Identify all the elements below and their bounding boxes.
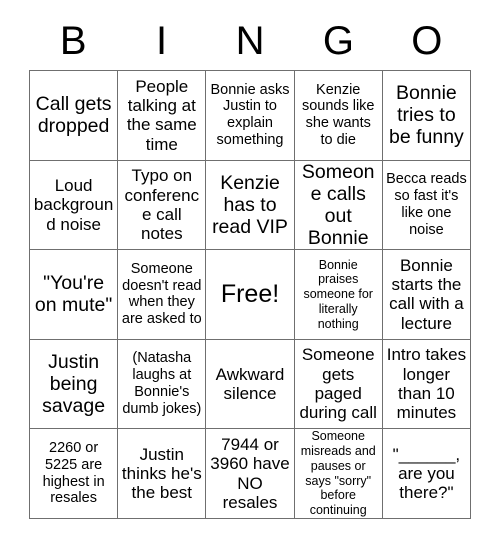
bingo-cell[interactable]: Becca reads so fast it's like one noise	[382, 160, 472, 251]
bingo-cell-label: 7944 or 3960 have NO resales	[210, 434, 290, 513]
bingo-cell-label: People talking at the same time	[126, 76, 197, 154]
bingo-cell-label: Bonnie asks Justin to explain something	[210, 81, 290, 149]
bingo-cell-label: Kenzie sounds like she wants to die	[301, 81, 375, 149]
bingo-cell[interactable]: Someone gets paged during call	[294, 339, 383, 430]
bingo-cell-label: Someone calls out Bonnie	[301, 160, 375, 249]
bingo-cell[interactable]: Bonnie asks Justin to explain something	[206, 71, 295, 161]
bingo-cell-label: Someone misreads and pauses or says "sor…	[300, 429, 376, 518]
bingo-cell[interactable]: "______, are you there?"	[382, 429, 472, 519]
bingo-grid: Call gets dropped People talking at the …	[29, 70, 472, 519]
bingo-cell-label: Typo on conference call notes	[124, 166, 200, 244]
bingo-cell-label: Someone gets paged during call	[299, 345, 377, 423]
bingo-cell[interactable]: Someone calls out Bonnie	[294, 160, 383, 251]
bingo-cell[interactable]: "You're on mute"	[30, 250, 119, 340]
bingo-card: B I N G O Call gets dropped People talki…	[29, 12, 472, 519]
bingo-cell[interactable]: Awkward silence	[206, 339, 295, 430]
bingo-cell[interactable]: Bonnie praises someone for literally not…	[294, 250, 383, 340]
bingo-cell-label: Bonnie praises someone for literally not…	[303, 257, 373, 331]
bingo-row: 2260 or 5225 are highest in resales Just…	[30, 429, 472, 519]
bingo-free-space[interactable]: Free!	[206, 250, 295, 340]
bingo-cell[interactable]: Someone misreads and pauses or says "sor…	[294, 429, 383, 519]
header-letter-g: G	[322, 19, 354, 63]
bingo-cell[interactable]: Loud background noise	[30, 160, 119, 251]
bingo-free-space-label: Free!	[220, 279, 280, 308]
bingo-cell-label: Bonnie starts the call with a lecture	[389, 255, 464, 333]
bingo-cell[interactable]: Typo on conference call notes	[118, 160, 207, 251]
bingo-cell[interactable]: Justin being savage	[30, 339, 119, 430]
bingo-header: B I N G O	[29, 12, 471, 70]
bingo-cell-label: 2260 or 5225 are highest in resales	[42, 440, 105, 507]
bingo-cell-label: "______, are you there?"	[392, 444, 461, 503]
bingo-cell[interactable]: Justin thinks he's the best	[118, 429, 207, 519]
header-letter-n: N	[235, 19, 265, 63]
bingo-row: "You're on mute" Someone doesn't read wh…	[30, 250, 472, 340]
bingo-cell-label: Becca reads so fast it's like one noise	[386, 171, 467, 238]
bingo-cell[interactable]: Kenzie sounds like she wants to die	[294, 71, 383, 161]
header-letter-i: I	[156, 19, 168, 63]
bingo-cell-label: Justin being savage	[42, 351, 106, 418]
bingo-row: Justin being savage (Natasha laughs at B…	[30, 339, 472, 430]
bingo-cell[interactable]: People talking at the same time	[118, 71, 207, 161]
bingo-row: Loud background noise Typo on conference…	[30, 160, 472, 251]
bingo-cell[interactable]: Bonnie starts the call with a lecture	[382, 250, 472, 340]
bingo-cell[interactable]: Intro takes longer than 10 minutes	[382, 339, 472, 430]
bingo-cell-label: Intro takes longer than 10 minutes	[386, 345, 467, 423]
bingo-row: Call gets dropped People talking at the …	[30, 71, 472, 161]
header-letter-o: O	[411, 19, 443, 63]
bingo-cell[interactable]: Kenzie has to read VIP	[206, 160, 295, 251]
bingo-cell[interactable]: 7944 or 3960 have NO resales	[206, 429, 295, 519]
bingo-cell[interactable]: (Natasha laughs at Bonnie's dumb jokes)	[118, 339, 207, 430]
bingo-cell-label: Justin thinks he's the best	[121, 444, 202, 503]
bingo-cell-label: Bonnie tries to be funny	[389, 82, 464, 149]
bingo-cell-label: Awkward silence	[215, 364, 285, 404]
bingo-cell-label: Someone doesn't read when they are asked…	[121, 260, 202, 328]
bingo-cell[interactable]: Someone doesn't read when they are asked…	[118, 250, 207, 340]
bingo-cell-label: Call gets dropped	[35, 93, 112, 138]
bingo-cell-label: (Natasha laughs at Bonnie's dumb jokes)	[122, 350, 202, 417]
bingo-cell-label: Loud background noise	[33, 175, 114, 234]
bingo-cell-label: "You're on mute"	[34, 272, 113, 317]
bingo-cell[interactable]: 2260 or 5225 are highest in resales	[30, 429, 119, 519]
header-letter-b: B	[59, 19, 87, 63]
bingo-cell-label: Kenzie has to read VIP	[212, 171, 288, 238]
bingo-cell[interactable]: Call gets dropped	[30, 71, 119, 161]
bingo-cell[interactable]: Bonnie tries to be funny	[382, 71, 472, 161]
